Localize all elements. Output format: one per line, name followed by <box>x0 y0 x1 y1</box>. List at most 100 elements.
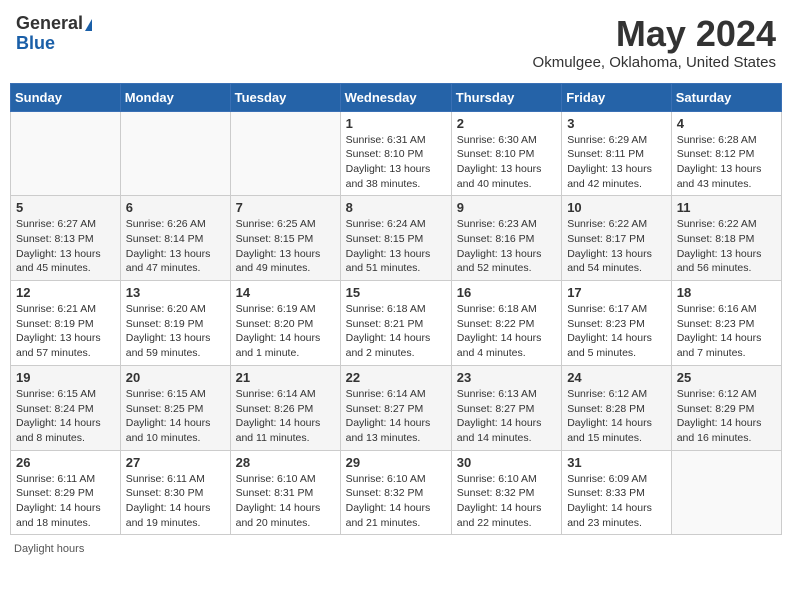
week-row-3: 12 Sunrise: 6:21 AM Sunset: 8:19 PM Dayli… <box>11 281 782 366</box>
daylight-label: Daylight hours <box>14 543 84 555</box>
day-number: 19 <box>16 370 115 385</box>
day-info: Sunrise: 6:26 AM Sunset: 8:14 PM Dayligh… <box>126 217 225 276</box>
calendar-cell: 21Sunrise: 6:14 AM Sunset: 8:26 PM Dayli… <box>230 365 340 450</box>
day-number: 21 <box>236 370 335 385</box>
day-info: Sunrise: 6:15 AM Sunset: 8:25 PM Dayligh… <box>126 387 225 446</box>
day-info: Sunrise: 6:20 AM Sunset: 8:19 PM Dayligh… <box>126 302 225 361</box>
day-number: 10 <box>567 200 666 215</box>
day-number: 7 <box>236 200 335 215</box>
day-info: Sunrise: 6:30 AM Sunset: 8:10 PM Dayligh… <box>457 133 556 192</box>
day-info: Sunrise: 6:25 AM Sunset: 8:15 PM Dayligh… <box>236 217 335 276</box>
day-number: 9 <box>457 200 556 215</box>
week-row-5: 26Sunrise: 6:11 AM Sunset: 8:29 PM Dayli… <box>11 450 782 535</box>
calendar-cell <box>120 111 230 196</box>
day-number: 11 <box>677 200 776 215</box>
footer: Daylight hours <box>10 543 782 555</box>
day-info: Sunrise: 6:17 AM Sunset: 8:23 PM Dayligh… <box>567 302 666 361</box>
calendar-cell: 17 Sunrise: 6:17 AM Sunset: 8:23 PM Dayli… <box>562 281 672 366</box>
week-row-1: 1 Sunrise: 6:31 AM Sunset: 8:10 PM Daylig… <box>11 111 782 196</box>
day-info: Sunrise: 6:09 AM Sunset: 8:33 PM Dayligh… <box>567 472 666 531</box>
day-number: 18 <box>677 285 776 300</box>
day-number: 12 <box>16 285 115 300</box>
calendar-cell: 14Sunrise: 6:19 AM Sunset: 8:20 PM Dayli… <box>230 281 340 366</box>
calendar-cell: 13 Sunrise: 6:20 AM Sunset: 8:19 PM Dayli… <box>120 281 230 366</box>
calendar-cell: 20 Sunrise: 6:15 AM Sunset: 8:25 PM Dayli… <box>120 365 230 450</box>
logo-blue: Blue <box>16 33 55 53</box>
day-info: Sunrise: 6:12 AM Sunset: 8:29 PM Dayligh… <box>677 387 776 446</box>
month-title: May 2024 <box>533 14 776 54</box>
day-header-monday: Monday <box>120 83 230 111</box>
calendar-cell <box>230 111 340 196</box>
calendar-cell: 11 Sunrise: 6:22 AM Sunset: 8:18 PM Dayli… <box>671 196 781 281</box>
day-number: 3 <box>567 116 666 131</box>
day-number: 13 <box>126 285 225 300</box>
day-number: 5 <box>16 200 115 215</box>
day-info: Sunrise: 6:10 AM Sunset: 8:32 PM Dayligh… <box>457 472 556 531</box>
day-info: Sunrise: 6:18 AM Sunset: 8:21 PM Dayligh… <box>346 302 446 361</box>
day-info: Sunrise: 6:23 AM Sunset: 8:16 PM Dayligh… <box>457 217 556 276</box>
day-number: 14 <box>236 285 335 300</box>
location: Okmulgee, Oklahoma, United States <box>533 54 776 71</box>
calendar-cell: 24Sunrise: 6:12 AM Sunset: 8:28 PM Dayli… <box>562 365 672 450</box>
calendar-body: 1 Sunrise: 6:31 AM Sunset: 8:10 PM Daylig… <box>11 111 782 535</box>
day-info: Sunrise: 6:22 AM Sunset: 8:18 PM Dayligh… <box>677 217 776 276</box>
day-info: Sunrise: 6:21 AM Sunset: 8:19 PM Dayligh… <box>16 302 115 361</box>
calendar-cell: 4Sunrise: 6:28 AM Sunset: 8:12 PM Daylig… <box>671 111 781 196</box>
day-number: 17 <box>567 285 666 300</box>
day-number: 22 <box>346 370 446 385</box>
calendar-cell: 16Sunrise: 6:18 AM Sunset: 8:22 PM Dayli… <box>451 281 561 366</box>
day-info: Sunrise: 6:31 AM Sunset: 8:10 PM Dayligh… <box>346 133 446 192</box>
calendar-cell: 1 Sunrise: 6:31 AM Sunset: 8:10 PM Daylig… <box>340 111 451 196</box>
calendar-cell: 19 Sunrise: 6:15 AM Sunset: 8:24 PM Dayli… <box>11 365 121 450</box>
calendar-cell: 12 Sunrise: 6:21 AM Sunset: 8:19 PM Dayli… <box>11 281 121 366</box>
calendar-cell: 22Sunrise: 6:14 AM Sunset: 8:27 PM Dayli… <box>340 365 451 450</box>
day-info: Sunrise: 6:13 AM Sunset: 8:27 PM Dayligh… <box>457 387 556 446</box>
day-info: Sunrise: 6:18 AM Sunset: 8:22 PM Dayligh… <box>457 302 556 361</box>
day-header-wednesday: Wednesday <box>340 83 451 111</box>
calendar-cell <box>671 450 781 535</box>
calendar-cell <box>11 111 121 196</box>
day-number: 6 <box>126 200 225 215</box>
day-header-thursday: Thursday <box>451 83 561 111</box>
calendar-cell: 5Sunrise: 6:27 AM Sunset: 8:13 PM Daylig… <box>11 196 121 281</box>
page-header: General Blue May 2024 Okmulgee, Oklahoma… <box>10 10 782 75</box>
day-header-tuesday: Tuesday <box>230 83 340 111</box>
day-number: 28 <box>236 455 335 470</box>
calendar-table: SundayMondayTuesdayWednesdayThursdayFrid… <box>10 83 782 536</box>
calendar-cell: 7 Sunrise: 6:25 AM Sunset: 8:15 PM Daylig… <box>230 196 340 281</box>
calendar-cell: 29 Sunrise: 6:10 AM Sunset: 8:32 PM Dayli… <box>340 450 451 535</box>
day-info: Sunrise: 6:11 AM Sunset: 8:29 PM Dayligh… <box>16 472 115 531</box>
week-row-4: 19 Sunrise: 6:15 AM Sunset: 8:24 PM Dayli… <box>11 365 782 450</box>
day-info: Sunrise: 6:10 AM Sunset: 8:31 PM Dayligh… <box>236 472 335 531</box>
day-info: Sunrise: 6:10 AM Sunset: 8:32 PM Dayligh… <box>346 472 446 531</box>
calendar-cell: 3Sunrise: 6:29 AM Sunset: 8:11 PM Daylig… <box>562 111 672 196</box>
calendar-cell: 15 Sunrise: 6:18 AM Sunset: 8:21 PM Dayli… <box>340 281 451 366</box>
day-info: Sunrise: 6:11 AM Sunset: 8:30 PM Dayligh… <box>126 472 225 531</box>
day-number: 23 <box>457 370 556 385</box>
logo-text: General <box>16 14 92 34</box>
day-number: 25 <box>677 370 776 385</box>
day-header-friday: Friday <box>562 83 672 111</box>
calendar-cell: 18Sunrise: 6:16 AM Sunset: 8:23 PM Dayli… <box>671 281 781 366</box>
week-row-2: 5Sunrise: 6:27 AM Sunset: 8:13 PM Daylig… <box>11 196 782 281</box>
calendar-cell: 26Sunrise: 6:11 AM Sunset: 8:29 PM Dayli… <box>11 450 121 535</box>
calendar-header: SundayMondayTuesdayWednesdayThursdayFrid… <box>11 83 782 111</box>
day-number: 29 <box>346 455 446 470</box>
logo: General Blue <box>16 14 92 54</box>
logo-icon <box>85 19 92 31</box>
calendar-cell: 23 Sunrise: 6:13 AM Sunset: 8:27 PM Dayli… <box>451 365 561 450</box>
logo-general: General <box>16 13 83 33</box>
day-number: 24 <box>567 370 666 385</box>
title-area: May 2024 Okmulgee, Oklahoma, United Stat… <box>533 14 776 71</box>
day-number: 20 <box>126 370 225 385</box>
calendar-cell: 6 Sunrise: 6:26 AM Sunset: 8:14 PM Daylig… <box>120 196 230 281</box>
calendar-cell: 2Sunrise: 6:30 AM Sunset: 8:10 PM Daylig… <box>451 111 561 196</box>
day-info: Sunrise: 6:15 AM Sunset: 8:24 PM Dayligh… <box>16 387 115 446</box>
day-header-sunday: Sunday <box>11 83 121 111</box>
calendar-cell: 10 Sunrise: 6:22 AM Sunset: 8:17 PM Dayli… <box>562 196 672 281</box>
day-number: 15 <box>346 285 446 300</box>
day-number: 8 <box>346 200 446 215</box>
day-number: 1 <box>346 116 446 131</box>
day-number: 27 <box>126 455 225 470</box>
day-info: Sunrise: 6:22 AM Sunset: 8:17 PM Dayligh… <box>567 217 666 276</box>
